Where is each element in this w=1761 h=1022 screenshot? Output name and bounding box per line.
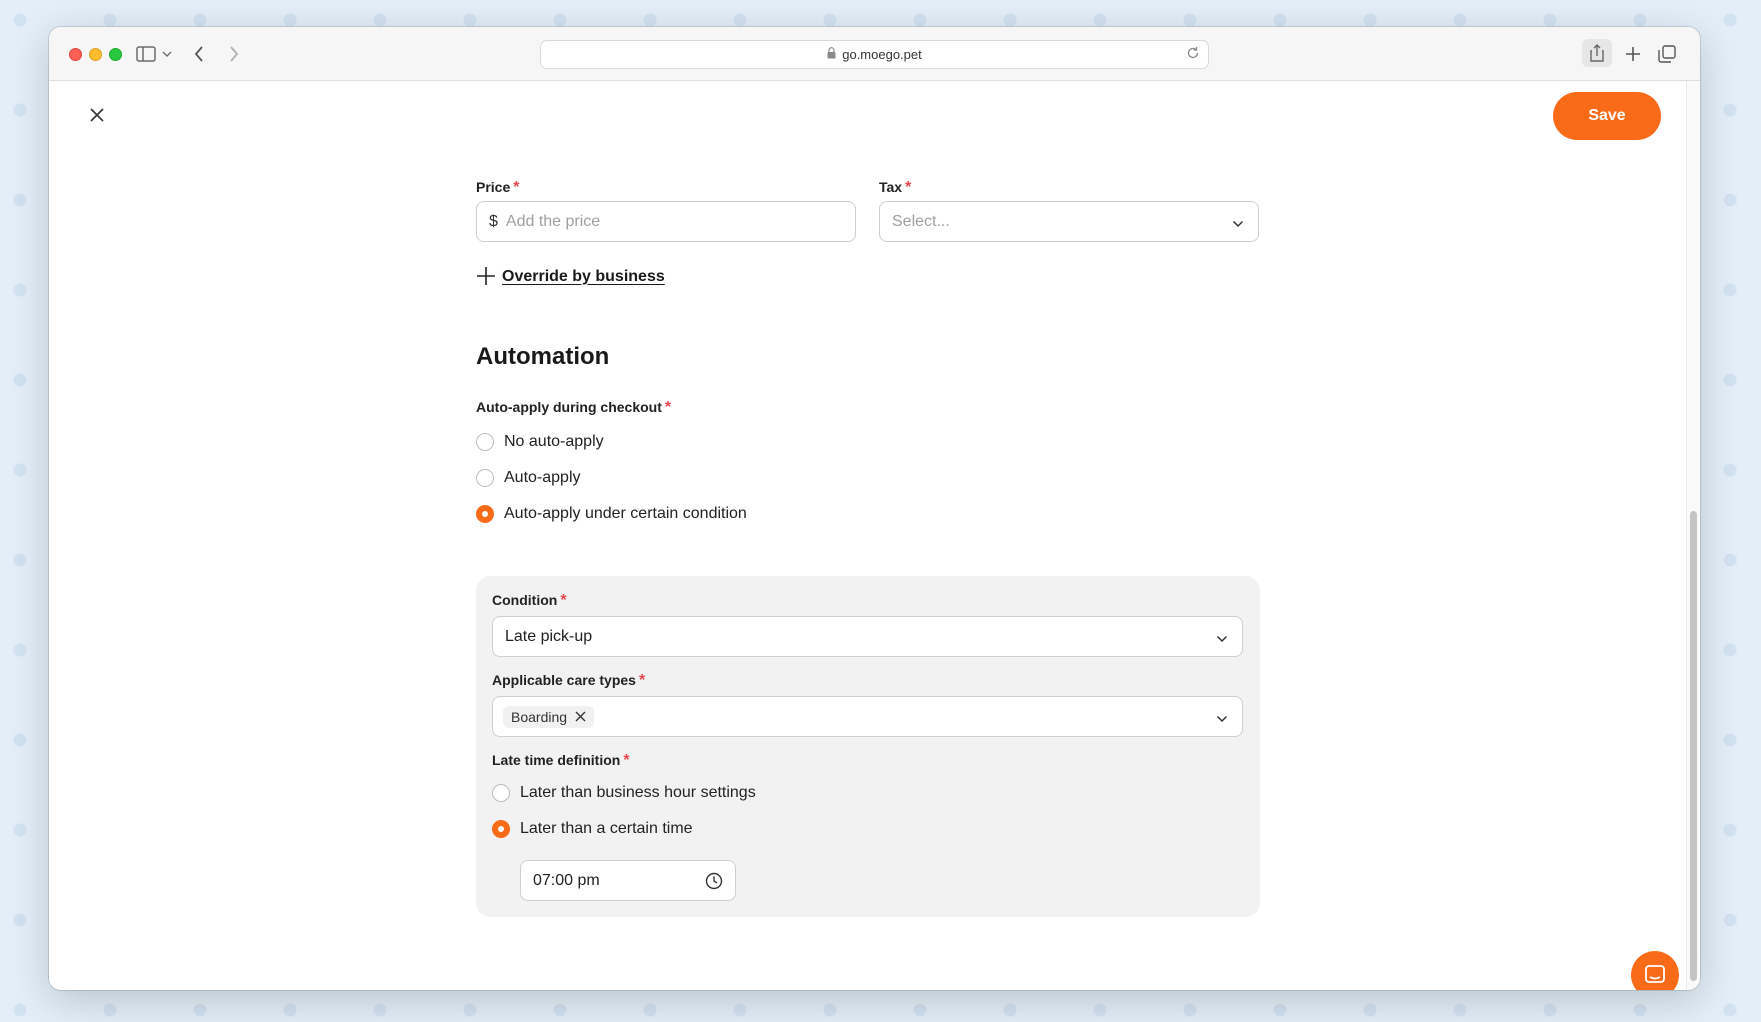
radio-circle-checked[interactable] <box>476 505 494 523</box>
required-marker: * <box>513 179 520 196</box>
radio-label: Later than a certain time <box>520 820 693 837</box>
close-icon[interactable] <box>85 103 109 127</box>
chat-icon <box>1645 965 1665 983</box>
override-label: Override by business <box>502 267 665 285</box>
price-placeholder: Add the price <box>505 212 601 230</box>
tax-label: Tax <box>879 179 903 195</box>
condition-label-wrap: Condition * <box>492 592 567 610</box>
share-icon[interactable] <box>1582 39 1612 67</box>
required-marker: * <box>905 179 912 196</box>
automation-heading: Automation <box>476 343 610 370</box>
price-label: Price <box>476 179 511 195</box>
time-picker-input[interactable]: 07:00 pm <box>520 860 736 901</box>
late-time-label: Late time definition <box>492 752 621 768</box>
condition-panel: Condition * Late pick-up Applicable care … <box>476 576 1260 917</box>
new-tab-icon[interactable] <box>1620 41 1646 67</box>
radio-label: No auto-apply <box>504 433 604 450</box>
scrollbar[interactable] <box>1686 81 1700 990</box>
plus-icon <box>476 266 496 287</box>
back-icon[interactable] <box>186 41 212 67</box>
price-label-wrap: Price * <box>476 179 519 197</box>
radio-circle[interactable] <box>476 433 494 451</box>
zoom-window-button[interactable] <box>109 48 122 61</box>
browser-window: go.moego.pet Save Price * $ Add the pric… <box>49 27 1700 990</box>
chevron-down-icon <box>1216 710 1228 728</box>
remove-chip-icon[interactable] <box>575 709 586 725</box>
close-window-button[interactable] <box>69 48 82 61</box>
required-marker: * <box>664 399 672 416</box>
radio-label: Auto-apply <box>504 469 581 486</box>
late-time-label-wrap: Late time definition * <box>492 752 630 770</box>
condition-value: Late pick-up <box>505 627 593 645</box>
sidebar-icon[interactable] <box>133 41 159 67</box>
tax-placeholder: Select... <box>892 212 950 230</box>
radio-label: Auto-apply under certain condition <box>504 505 747 522</box>
chat-support-button[interactable] <box>1631 951 1679 990</box>
auto-apply-label-wrap: Auto-apply during checkout * <box>476 399 671 417</box>
radio-auto-apply-conditional[interactable]: Auto-apply under certain condition <box>476 505 747 523</box>
scrollbar-thumb[interactable] <box>1690 511 1697 981</box>
override-by-business-button[interactable]: Override by business <box>476 266 665 287</box>
condition-select[interactable]: Late pick-up <box>492 616 1243 657</box>
tax-label-wrap: Tax * <box>879 179 911 197</box>
radio-circle[interactable] <box>476 469 494 487</box>
save-button[interactable]: Save <box>1553 92 1661 140</box>
radio-later-than-certain-time[interactable]: Later than a certain time <box>492 820 693 838</box>
radio-circle[interactable] <box>492 784 510 802</box>
address-bar[interactable]: go.moego.pet <box>540 40 1209 69</box>
condition-label: Condition <box>492 592 558 608</box>
url-text: go.moego.pet <box>842 47 922 62</box>
chevron-down-icon[interactable] <box>159 41 175 67</box>
radio-later-than-business-hours[interactable]: Later than business hour settings <box>492 784 756 802</box>
price-input[interactable]: $ Add the price <box>476 201 856 242</box>
required-marker: * <box>638 672 646 689</box>
required-marker: * <box>623 752 630 769</box>
chevron-down-icon <box>1232 215 1244 233</box>
tabs-overview-icon[interactable] <box>1654 41 1680 67</box>
lock-icon <box>827 47 836 62</box>
radio-circle-checked[interactable] <box>492 820 510 838</box>
auto-apply-label: Auto-apply during checkout <box>476 399 662 415</box>
reload-icon[interactable] <box>1186 46 1200 63</box>
minimize-window-button[interactable] <box>89 48 102 61</box>
clock-icon[interactable] <box>705 872 723 895</box>
required-marker: * <box>560 592 567 609</box>
forward-icon[interactable] <box>221 41 247 67</box>
care-types-label: Applicable care types <box>492 672 636 688</box>
care-types-select[interactable]: Boarding <box>492 696 1243 737</box>
time-value: 07:00 pm <box>533 871 600 889</box>
radio-no-auto-apply[interactable]: No auto-apply <box>476 433 604 451</box>
chevron-down-icon <box>1216 630 1228 648</box>
browser-toolbar: go.moego.pet <box>49 27 1700 81</box>
care-type-chip: Boarding <box>503 705 595 728</box>
page-content: Save Price * $ Add the price Tax * Select.… <box>49 81 1700 990</box>
chip-label: Boarding <box>511 708 568 725</box>
care-types-label-wrap: Applicable care types * <box>492 672 645 690</box>
tax-select[interactable]: Select... <box>879 201 1259 242</box>
dollar-prefix: $ <box>489 212 498 230</box>
radio-label: Later than business hour settings <box>520 784 756 801</box>
radio-auto-apply[interactable]: Auto-apply <box>476 469 581 487</box>
